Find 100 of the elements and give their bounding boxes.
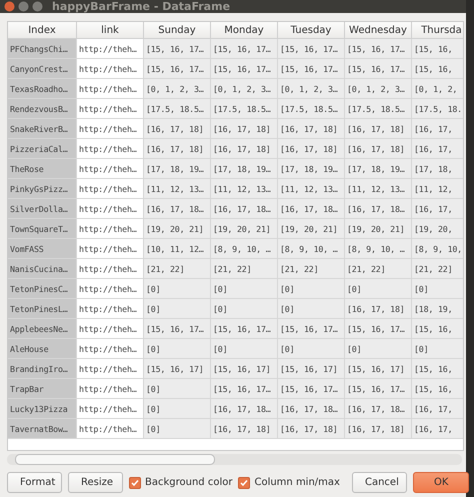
row-index-cell: TetonPinesC… [8, 279, 77, 299]
maximize-icon[interactable] [32, 1, 43, 12]
table-cell: [19, 20, 21] [345, 219, 412, 239]
column-header[interactable]: Wednesday [345, 22, 412, 39]
table-cell: [0, 1, 2, 3… [278, 79, 345, 99]
table-cell: [16, 17, 18] [211, 139, 278, 159]
cancel-button[interactable]: Cancel [352, 472, 407, 493]
checkbox[interactable] [238, 476, 250, 488]
table-cell: [15, 16, 17… [345, 59, 412, 79]
table-cell: [17.5, 18.5… [211, 99, 278, 119]
table-cell: [0] [345, 339, 412, 359]
table-cell: [19, 20, 21] [278, 219, 345, 239]
table-cell: [16, 17, 18] [278, 119, 345, 139]
table-cell: http://theh… [77, 219, 144, 239]
table-cell: http://theh… [77, 419, 144, 439]
table-cell: [15, 16, [412, 359, 463, 379]
column-header[interactable]: Monday [211, 22, 278, 39]
row-index-cell: Lucky13Pizza [8, 399, 77, 419]
row-index-cell: BrandingIro… [8, 359, 77, 379]
row-index-cell: SnakeRiverB… [8, 119, 77, 139]
table-cell: [15, 16, 17] [278, 359, 345, 379]
table-cell: [17.5, 18.5… [278, 99, 345, 119]
table-cell: [10, 11, 12… [144, 239, 211, 259]
table-cell: [0] [278, 279, 345, 299]
table-cell: [16, 17, [412, 119, 463, 139]
table-cell: [17.5, 18.5… [345, 99, 412, 119]
table-cell: [17.5, 18. [412, 99, 463, 119]
table-cell: http://theh… [77, 39, 144, 59]
format-button[interactable]: Format [7, 472, 62, 493]
table-cell: [0] [412, 339, 463, 359]
table-cell: [0] [144, 299, 211, 319]
table-cell: [15, 16, 17] [345, 359, 412, 379]
table-cell: [15, 16, 17… [345, 39, 412, 59]
table-cell: [15, 16, 17… [278, 379, 345, 399]
table-cell: [15, 16, 17… [144, 39, 211, 59]
table-cell: [17, 18, [412, 159, 463, 179]
checkbox-label: Background color [145, 477, 232, 488]
row-index-cell: PFChangsChi… [8, 39, 77, 59]
row-index-cell: SilverDolla… [8, 199, 77, 219]
table-cell: [21, 22] [412, 259, 463, 279]
column-header[interactable]: Thursda [412, 22, 463, 39]
table-cell: http://theh… [77, 279, 144, 299]
table-cell: http://theh… [77, 159, 144, 179]
row-index-cell: CanyonCrest… [8, 59, 77, 79]
table-cell: http://theh… [77, 399, 144, 419]
table-cell: http://theh… [77, 99, 144, 119]
table-cell: [15, 16, 17] [144, 359, 211, 379]
table-cell: [21, 22] [211, 259, 278, 279]
table-cell: [15, 16, [412, 379, 463, 399]
table-cell: [16, 17, 18] [144, 119, 211, 139]
column-header[interactable]: link [77, 22, 144, 39]
table-cell: [0] [144, 419, 211, 439]
table-cell: [16, 17, [412, 419, 463, 439]
checkmark-icon [240, 478, 248, 486]
table-cell: [11, 12, 13… [211, 179, 278, 199]
table-cell: [8, 9, 10, … [345, 239, 412, 259]
table-cell: [16, 17, 18] [278, 139, 345, 159]
window-title: happyBarFrame - DataFrame [52, 0, 230, 13]
table-cell: [16, 17, 18] [278, 419, 345, 439]
table-cell: http://theh… [77, 339, 144, 359]
table-cell: [15, 16, 17… [278, 319, 345, 339]
table-cell: [21, 22] [278, 259, 345, 279]
minimize-icon[interactable] [18, 1, 29, 12]
column-header[interactable]: Index [8, 22, 77, 39]
table-cell: [0] [144, 339, 211, 359]
table-cell: [16, 17, 18… [345, 199, 412, 219]
table-cell: [11, 12, [412, 179, 463, 199]
table-cell: [0] [144, 379, 211, 399]
table-cell: [0, 1, 2, 3… [144, 79, 211, 99]
row-index-cell: TownSquareT… [8, 219, 77, 239]
row-index-cell: TavernatBow… [8, 419, 77, 439]
table-cell: [15, 16, 17… [144, 319, 211, 339]
close-icon[interactable] [4, 1, 15, 12]
resize-button[interactable]: Resize [68, 472, 123, 493]
row-index-cell: RendezvousB… [8, 99, 77, 119]
table-cell: [16, 17, 18… [278, 399, 345, 419]
horizontal-scrollbar[interactable] [7, 454, 462, 465]
table-cell: [16, 17, 18… [211, 199, 278, 219]
table-cell: [16, 17, 18] [211, 119, 278, 139]
column-header[interactable]: Sunday [144, 22, 211, 39]
checkbox[interactable] [129, 476, 141, 488]
table-cell: [16, 17, 18] [345, 419, 412, 439]
column-header[interactable]: Tuesday [278, 22, 345, 39]
ok-button[interactable]: OK [412, 472, 469, 493]
table-cell: [0] [412, 279, 463, 299]
table-cell: [19, 20, 21] [144, 219, 211, 239]
table-cell: http://theh… [77, 239, 144, 259]
table-cell: [16, 17, 18] [345, 119, 412, 139]
table-cell: [0] [345, 279, 412, 299]
table-cell: [16, 17, 18] [144, 139, 211, 159]
table-cell: [17, 18, 19… [345, 159, 412, 179]
row-index-cell: VomFASS [8, 239, 77, 259]
table-cell: [16, 17, 18] [345, 139, 412, 159]
table-cell: [0] [278, 299, 345, 319]
table-cell: [16, 17, [412, 199, 463, 219]
row-index-cell: TrapBar [8, 379, 77, 399]
row-index-cell: PinkyGsPizz… [8, 179, 77, 199]
scrollbar-thumb[interactable] [15, 454, 215, 465]
table-cell: [19, 20, [412, 219, 463, 239]
checkbox-label: Column min/max [254, 477, 340, 488]
